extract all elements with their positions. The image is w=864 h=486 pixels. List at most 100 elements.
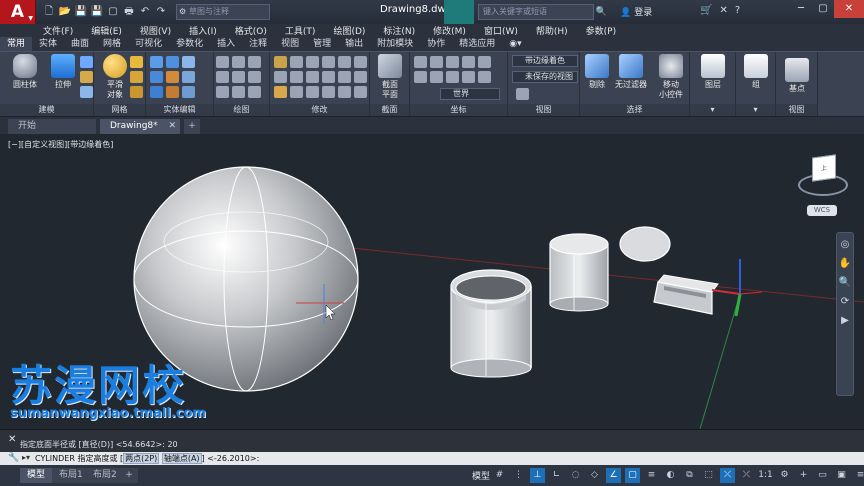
cart-icon[interactable]: 🛒 bbox=[700, 5, 712, 16]
menu-item-tools[interactable]: 工具(T) bbox=[276, 24, 325, 37]
tab-layout1[interactable]: 布局1 bbox=[52, 468, 90, 483]
maximize-icon[interactable]: ▢ bbox=[812, 0, 834, 18]
viewport-config-icon[interactable] bbox=[516, 88, 529, 100]
mesh-refine-icon[interactable] bbox=[130, 86, 143, 98]
model-space-toggle[interactable]: 模型 bbox=[472, 469, 490, 482]
search-input[interactable]: 键入关键字或短语 🔍 bbox=[478, 4, 607, 20]
fillet-edge-icon[interactable] bbox=[166, 86, 179, 98]
menu-item-view[interactable]: 视图(V) bbox=[131, 24, 180, 37]
box-solid[interactable] bbox=[653, 274, 719, 315]
menu-item-dimension[interactable]: 标注(N) bbox=[374, 24, 424, 37]
workspace-switch-icon[interactable]: ⚙ bbox=[777, 468, 792, 483]
lineweight-icon[interactable]: ≡ bbox=[644, 468, 659, 483]
workspace-dropdown[interactable]: ⚙ 草图与注释 bbox=[176, 4, 270, 20]
save-icon[interactable]: 💾 bbox=[74, 5, 88, 19]
steering-wheel-icon[interactable]: ◎ bbox=[841, 239, 850, 250]
recent-commands-icon[interactable]: ▸▾ bbox=[22, 453, 30, 462]
search-icon[interactable]: 🔍 bbox=[596, 5, 607, 19]
ucs-x-icon[interactable] bbox=[478, 71, 491, 83]
showmotion-icon[interactable]: ▶ bbox=[841, 315, 849, 326]
cylinder-button[interactable]: 圆柱体 bbox=[8, 54, 42, 90]
menu-item-format[interactable]: 格式(O) bbox=[226, 24, 276, 37]
selection-cycling-icon[interactable]: ⧉ bbox=[682, 468, 697, 483]
group-panel-expander[interactable]: ▾ bbox=[736, 104, 775, 116]
help-icon[interactable]: ? bbox=[735, 5, 740, 16]
pan-icon[interactable]: ✋ bbox=[839, 258, 851, 269]
login-button[interactable]: 👤 登录 bbox=[620, 5, 652, 18]
print-icon[interactable]: 🖶 bbox=[122, 5, 136, 19]
isodraft-icon[interactable]: ◇ bbox=[587, 468, 602, 483]
annotation-scale-value[interactable]: 1:1 bbox=[758, 468, 773, 483]
close-command-icon[interactable]: ✕ bbox=[8, 434, 16, 445]
spline-icon[interactable] bbox=[248, 56, 261, 68]
revolve-icon[interactable] bbox=[80, 56, 93, 68]
extrude-faces-icon[interactable] bbox=[166, 71, 179, 83]
fillet-icon[interactable] bbox=[338, 56, 351, 68]
3d-osnap-icon[interactable]: ⬚ bbox=[701, 468, 716, 483]
line-icon[interactable] bbox=[216, 56, 229, 68]
circle-icon[interactable] bbox=[232, 71, 245, 83]
tab-mesh[interactable]: 网格 bbox=[96, 37, 128, 51]
new-file-icon[interactable]: 🗋 bbox=[42, 5, 56, 19]
explode-icon[interactable] bbox=[338, 71, 351, 83]
drawing-viewport[interactable]: [−][自定义视图][带边缘着色] 上 WCS ◎ ✋ 🔍 ⟳ ▶ 苏漫网校 s… bbox=[0, 134, 864, 429]
new-tab-button[interactable]: + bbox=[184, 119, 200, 134]
extract-edges-icon[interactable] bbox=[166, 56, 179, 68]
mirror-icon[interactable] bbox=[322, 56, 335, 68]
saved-view-dropdown[interactable]: 未保存的视图 bbox=[512, 71, 578, 83]
tab-model[interactable]: 模型 bbox=[20, 468, 53, 483]
grid-icon[interactable]: # bbox=[492, 468, 507, 483]
option-axis-endpoint[interactable]: 轴端点(A) bbox=[161, 453, 202, 464]
tab-visualize[interactable]: 可视化 bbox=[128, 37, 169, 51]
loft-icon[interactable] bbox=[80, 86, 93, 98]
no-filter-button[interactable]: 无过滤器 bbox=[614, 54, 648, 90]
construction-line-icon[interactable] bbox=[216, 71, 229, 83]
slice-icon[interactable] bbox=[182, 86, 195, 98]
3d-move-icon[interactable] bbox=[322, 86, 335, 98]
menu-item-edit[interactable]: 编辑(E) bbox=[82, 24, 131, 37]
subtract-icon[interactable] bbox=[150, 71, 163, 83]
units-icon[interactable]: ▭ bbox=[815, 468, 830, 483]
3d-scale-icon[interactable] bbox=[338, 86, 351, 98]
snap-icon[interactable]: ⋮ bbox=[511, 468, 526, 483]
tab-manage[interactable]: 管理 bbox=[306, 37, 338, 51]
viewcube[interactable]: 上 bbox=[812, 154, 836, 182]
array-icon[interactable] bbox=[354, 56, 367, 68]
arc-icon[interactable] bbox=[248, 71, 261, 83]
ucs-3point-icon[interactable] bbox=[462, 71, 475, 83]
tab-home[interactable]: 常用 bbox=[0, 37, 33, 51]
tab-insert[interactable]: 插入 bbox=[210, 37, 242, 51]
ribbon-display-icon[interactable]: ◉▾ bbox=[502, 37, 528, 51]
zoom-icon[interactable]: 🔍 bbox=[839, 277, 851, 288]
tab-annotate[interactable]: 注释 bbox=[242, 37, 274, 51]
cull-button[interactable]: 剔除 bbox=[580, 54, 614, 90]
ucs-icon[interactable] bbox=[414, 56, 427, 68]
layers-button[interactable]: 图层 bbox=[696, 54, 730, 90]
section-plane-button[interactable]: 截面 平面 bbox=[373, 54, 407, 100]
tab-output[interactable]: 输出 bbox=[338, 37, 370, 51]
menu-item-draw[interactable]: 绘图(D) bbox=[324, 24, 374, 37]
redo-icon[interactable]: ↷ bbox=[154, 5, 168, 19]
ucs-view-icon[interactable] bbox=[414, 71, 427, 83]
rotate-icon[interactable] bbox=[290, 56, 303, 68]
exchange-icon[interactable]: ✕ bbox=[719, 5, 727, 16]
world-dropdown[interactable]: 世界 bbox=[440, 88, 500, 100]
tab-featured-apps[interactable]: 精选应用 bbox=[452, 37, 502, 51]
mesh-box-icon[interactable] bbox=[130, 56, 143, 68]
union-icon[interactable] bbox=[150, 56, 163, 68]
tab-layout2[interactable]: 布局2 bbox=[86, 468, 124, 483]
ucs-zaxis-icon[interactable] bbox=[446, 71, 459, 83]
close-tab-icon[interactable]: ✕ bbox=[168, 119, 176, 134]
layers-panel-expander[interactable]: ▾ bbox=[690, 104, 735, 116]
stretch-icon[interactable] bbox=[306, 71, 319, 83]
3d-array-icon[interactable] bbox=[354, 86, 367, 98]
annotation-monitor-icon[interactable]: + bbox=[796, 468, 811, 483]
separate-icon[interactable] bbox=[182, 56, 195, 68]
auto-scale-icon[interactable]: ⤫ bbox=[739, 468, 754, 483]
tab-surface[interactable]: 曲面 bbox=[64, 37, 96, 51]
object-snap-tracking-icon[interactable]: ∠ bbox=[606, 468, 621, 483]
3d-align-icon[interactable] bbox=[274, 86, 287, 98]
tab-start[interactable]: 开始 bbox=[8, 119, 96, 134]
intersect-icon[interactable] bbox=[150, 86, 163, 98]
application-menu-button[interactable]: A ▼ bbox=[0, 0, 36, 24]
